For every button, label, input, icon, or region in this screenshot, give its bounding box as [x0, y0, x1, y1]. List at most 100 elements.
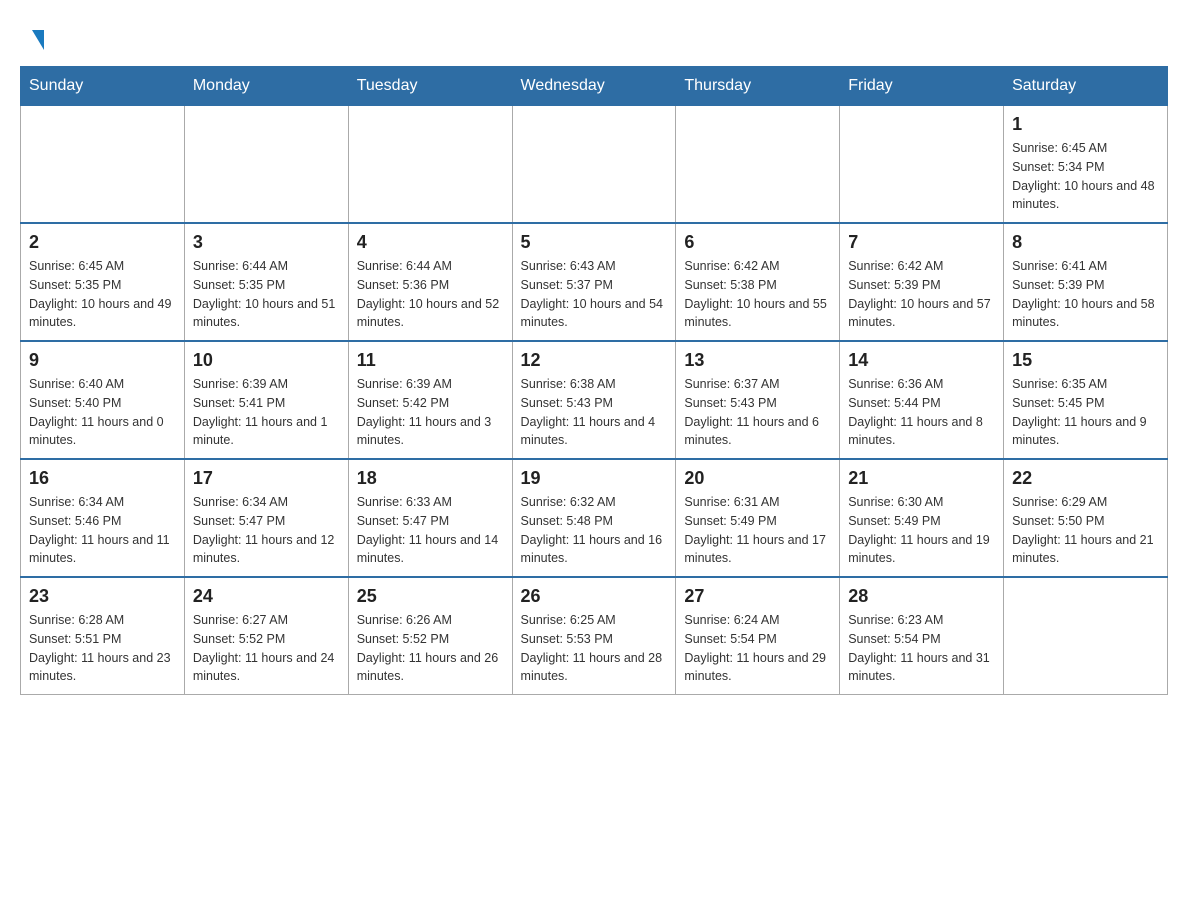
day-number: 6: [684, 232, 831, 253]
day-of-week-header: Tuesday: [348, 67, 512, 106]
calendar-header-row: SundayMondayTuesdayWednesdayThursdayFrid…: [21, 67, 1168, 106]
day-info: Sunrise: 6:30 AMSunset: 5:49 PMDaylight:…: [848, 493, 995, 568]
calendar-cell: [840, 106, 1004, 224]
day-number: 15: [1012, 350, 1159, 371]
calendar-cell: 24 Sunrise: 6:27 AMSunset: 5:52 PMDayligh…: [184, 577, 348, 695]
calendar-week-row: 9 Sunrise: 6:40 AMSunset: 5:40 PMDaylight…: [21, 341, 1168, 459]
calendar-cell: 26 Sunrise: 6:25 AMSunset: 5:53 PMDayligh…: [512, 577, 676, 695]
day-number: 27: [684, 586, 831, 607]
day-number: 19: [521, 468, 668, 489]
day-info: Sunrise: 6:31 AMSunset: 5:49 PMDaylight:…: [684, 493, 831, 568]
calendar-week-row: 2Sunrise: 6:45 AMSunset: 5:35 PMDaylight…: [21, 223, 1168, 341]
day-info: Sunrise: 6:40 AMSunset: 5:40 PMDaylight:…: [29, 375, 176, 450]
day-number: 21: [848, 468, 995, 489]
day-info: Sunrise: 6:32 AMSunset: 5:48 PMDaylight:…: [521, 493, 668, 568]
day-number: 17: [193, 468, 340, 489]
calendar-cell: 22 Sunrise: 6:29 AMSunset: 5:50 PMDayligh…: [1004, 459, 1168, 577]
calendar-cell: [676, 106, 840, 224]
calendar-cell: 21 Sunrise: 6:30 AMSunset: 5:49 PMDayligh…: [840, 459, 1004, 577]
calendar-cell: 8 Sunrise: 6:41 AMSunset: 5:39 PMDaylight…: [1004, 223, 1168, 341]
day-info: Sunrise: 6:24 AMSunset: 5:54 PMDaylight:…: [684, 611, 831, 686]
day-number: 10: [193, 350, 340, 371]
day-number: 1: [1012, 114, 1159, 135]
day-info: Sunrise: 6:34 AMSunset: 5:46 PMDaylight:…: [29, 493, 176, 568]
calendar-cell: [21, 106, 185, 224]
calendar-cell: 14Sunrise: 6:36 AMSunset: 5:44 PMDayligh…: [840, 341, 1004, 459]
day-info: Sunrise: 6:35 AMSunset: 5:45 PMDaylight:…: [1012, 375, 1159, 450]
calendar-cell: 6 Sunrise: 6:42 AMSunset: 5:38 PMDaylight…: [676, 223, 840, 341]
calendar-cell: 18 Sunrise: 6:33 AMSunset: 5:47 PMDayligh…: [348, 459, 512, 577]
calendar-cell: [348, 106, 512, 224]
day-info: Sunrise: 6:44 AMSunset: 5:36 PMDaylight:…: [357, 257, 504, 332]
day-number: 20: [684, 468, 831, 489]
day-info: Sunrise: 6:39 AMSunset: 5:41 PMDaylight:…: [193, 375, 340, 450]
day-number: 23: [29, 586, 176, 607]
day-info: Sunrise: 6:34 AMSunset: 5:47 PMDaylight:…: [193, 493, 340, 568]
day-number: 25: [357, 586, 504, 607]
day-of-week-header: Sunday: [21, 67, 185, 106]
calendar-cell: 28 Sunrise: 6:23 AMSunset: 5:54 PMDayligh…: [840, 577, 1004, 695]
logo: [30, 30, 44, 46]
calendar-week-row: 1Sunrise: 6:45 AMSunset: 5:34 PMDaylight…: [21, 106, 1168, 224]
day-number: 4: [357, 232, 504, 253]
page-header: [20, 20, 1168, 46]
day-info: Sunrise: 6:28 AMSunset: 5:51 PMDaylight:…: [29, 611, 176, 686]
calendar-cell: 3 Sunrise: 6:44 AMSunset: 5:35 PMDaylight…: [184, 223, 348, 341]
day-info: Sunrise: 6:27 AMSunset: 5:52 PMDaylight:…: [193, 611, 340, 686]
calendar-cell: 5Sunrise: 6:43 AMSunset: 5:37 PMDaylight…: [512, 223, 676, 341]
day-info: Sunrise: 6:33 AMSunset: 5:47 PMDaylight:…: [357, 493, 504, 568]
calendar-cell: 9 Sunrise: 6:40 AMSunset: 5:40 PMDaylight…: [21, 341, 185, 459]
day-info: Sunrise: 6:42 AMSunset: 5:39 PMDaylight:…: [848, 257, 995, 332]
calendar-cell: 15 Sunrise: 6:35 AMSunset: 5:45 PMDayligh…: [1004, 341, 1168, 459]
day-info: Sunrise: 6:26 AMSunset: 5:52 PMDaylight:…: [357, 611, 504, 686]
day-number: 22: [1012, 468, 1159, 489]
day-number: 9: [29, 350, 176, 371]
day-info: Sunrise: 6:38 AMSunset: 5:43 PMDaylight:…: [521, 375, 668, 450]
day-of-week-header: Saturday: [1004, 67, 1168, 106]
day-number: 18: [357, 468, 504, 489]
day-number: 7: [848, 232, 995, 253]
calendar-cell: 27 Sunrise: 6:24 AMSunset: 5:54 PMDayligh…: [676, 577, 840, 695]
calendar-cell: 10 Sunrise: 6:39 AMSunset: 5:41 PMDayligh…: [184, 341, 348, 459]
day-number: 5: [521, 232, 668, 253]
calendar-cell: 16 Sunrise: 6:34 AMSunset: 5:46 PMDayligh…: [21, 459, 185, 577]
calendar-cell: [1004, 577, 1168, 695]
calendar-table: SundayMondayTuesdayWednesdayThursdayFrid…: [20, 66, 1168, 695]
day-info: Sunrise: 6:41 AMSunset: 5:39 PMDaylight:…: [1012, 257, 1159, 332]
day-number: 2: [29, 232, 176, 253]
day-info: Sunrise: 6:42 AMSunset: 5:38 PMDaylight:…: [684, 257, 831, 332]
calendar-cell: [512, 106, 676, 224]
logo-triangle-icon: [32, 30, 44, 50]
calendar-cell: 19 Sunrise: 6:32 AMSunset: 5:48 PMDayligh…: [512, 459, 676, 577]
calendar-cell: 1Sunrise: 6:45 AMSunset: 5:34 PMDaylight…: [1004, 106, 1168, 224]
calendar-cell: 13Sunrise: 6:37 AMSunset: 5:43 PMDayligh…: [676, 341, 840, 459]
calendar-cell: 23 Sunrise: 6:28 AMSunset: 5:51 PMDayligh…: [21, 577, 185, 695]
calendar-week-row: 16 Sunrise: 6:34 AMSunset: 5:46 PMDayligh…: [21, 459, 1168, 577]
day-info: Sunrise: 6:37 AMSunset: 5:43 PMDaylight:…: [684, 375, 831, 450]
day-number: 12: [521, 350, 668, 371]
day-info: Sunrise: 6:23 AMSunset: 5:54 PMDaylight:…: [848, 611, 995, 686]
calendar-cell: 12 Sunrise: 6:38 AMSunset: 5:43 PMDayligh…: [512, 341, 676, 459]
day-number: 16: [29, 468, 176, 489]
day-number: 28: [848, 586, 995, 607]
calendar-cell: 11Sunrise: 6:39 AMSunset: 5:42 PMDayligh…: [348, 341, 512, 459]
calendar-cell: 17 Sunrise: 6:34 AMSunset: 5:47 PMDayligh…: [184, 459, 348, 577]
calendar-cell: 20 Sunrise: 6:31 AMSunset: 5:49 PMDayligh…: [676, 459, 840, 577]
day-of-week-header: Thursday: [676, 67, 840, 106]
calendar-cell: 2Sunrise: 6:45 AMSunset: 5:35 PMDaylight…: [21, 223, 185, 341]
day-number: 8: [1012, 232, 1159, 253]
day-number: 3: [193, 232, 340, 253]
calendar-cell: [184, 106, 348, 224]
day-info: Sunrise: 6:44 AMSunset: 5:35 PMDaylight:…: [193, 257, 340, 332]
day-number: 24: [193, 586, 340, 607]
calendar-cell: 25 Sunrise: 6:26 AMSunset: 5:52 PMDayligh…: [348, 577, 512, 695]
day-of-week-header: Monday: [184, 67, 348, 106]
calendar-cell: 7 Sunrise: 6:42 AMSunset: 5:39 PMDaylight…: [840, 223, 1004, 341]
day-info: Sunrise: 6:29 AMSunset: 5:50 PMDaylight:…: [1012, 493, 1159, 568]
day-info: Sunrise: 6:39 AMSunset: 5:42 PMDaylight:…: [357, 375, 504, 450]
day-number: 26: [521, 586, 668, 607]
calendar-week-row: 23 Sunrise: 6:28 AMSunset: 5:51 PMDayligh…: [21, 577, 1168, 695]
day-number: 14: [848, 350, 995, 371]
day-info: Sunrise: 6:25 AMSunset: 5:53 PMDaylight:…: [521, 611, 668, 686]
day-of-week-header: Wednesday: [512, 67, 676, 106]
